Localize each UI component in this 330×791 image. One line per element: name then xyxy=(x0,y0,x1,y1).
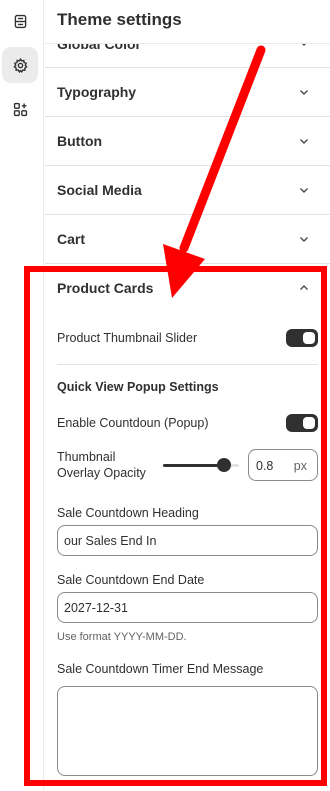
thumbnail-slider-label: Product Thumbnail Slider xyxy=(57,331,198,345)
enable-countdown-label: Enable Countdoun (Popup) xyxy=(57,416,209,430)
chevron-down-icon xyxy=(300,139,308,144)
chevron-down-icon xyxy=(300,188,308,193)
section-typography[interactable]: Typography xyxy=(45,68,330,117)
countdown-end-date-label: Sale Countdown End Date xyxy=(57,573,205,587)
theme-settings-panel: Theme settings Global Color Typography B… xyxy=(45,0,330,791)
slider-thumb[interactable] xyxy=(216,458,231,472)
section-title: Product Cards xyxy=(57,280,154,296)
slider-fill xyxy=(163,464,224,467)
panel-title: Theme settings xyxy=(57,10,182,29)
section-title: Cart xyxy=(57,231,86,247)
chevron-down-icon xyxy=(300,90,308,95)
section-cart[interactable]: Cart xyxy=(45,215,330,264)
app-embeds-button[interactable] xyxy=(2,91,38,127)
layout-sections-icon xyxy=(14,14,26,28)
toggle-knob xyxy=(303,332,315,344)
overlay-opacity-label: Thumbnail Overlay Opacity xyxy=(57,449,146,481)
enable-countdown-toggle[interactable] xyxy=(286,414,318,432)
theme-settings-button[interactable] xyxy=(2,47,38,83)
settings-gear-icon xyxy=(12,57,28,73)
overlay-opacity-unit: px xyxy=(293,459,307,473)
timer-end-message-textarea[interactable] xyxy=(57,686,318,776)
toggle-knob xyxy=(303,417,315,429)
section-social-media[interactable]: Social Media xyxy=(45,166,330,215)
countdown-end-date-input[interactable]: 2027-12-31 xyxy=(57,592,318,623)
icon-rail xyxy=(0,0,44,791)
overlay-opacity-value: 0.8 xyxy=(256,459,274,473)
section-title: Typography xyxy=(57,84,137,100)
countdown-heading-label: Sale Countdown Heading xyxy=(57,506,199,520)
panel-header: Theme settings xyxy=(45,0,330,44)
thumbnail-slider-toggle[interactable] xyxy=(286,329,318,347)
overlay-opacity-slider[interactable] xyxy=(163,457,239,473)
section-title: Button xyxy=(57,133,103,149)
end-date-help-text: Use format YYYY-MM-DD. xyxy=(57,631,187,643)
overlay-opacity-label-line1: Thumbnail xyxy=(57,450,116,464)
section-button[interactable]: Button xyxy=(45,117,330,166)
section-title: Social Media xyxy=(57,182,142,198)
section-product-cards: Product Cards Product Thumbnail Slider Q… xyxy=(45,264,330,791)
product-cards-header[interactable]: Product Cards xyxy=(45,264,330,312)
apps-add-icon xyxy=(13,102,27,116)
timer-end-message-label: Sale Countdown Timer End Message xyxy=(57,662,264,676)
quick-view-settings-title: Quick View Popup Settings xyxy=(57,380,219,394)
chevron-up-icon xyxy=(300,285,308,290)
chevron-down-icon xyxy=(300,237,308,242)
divider xyxy=(57,364,318,365)
overlay-opacity-label-line2: Overlay Opacity xyxy=(57,466,146,480)
sections-button[interactable] xyxy=(2,3,38,39)
countdown-heading-input[interactable]: our Sales End In xyxy=(57,525,318,556)
overlay-opacity-input[interactable]: 0.8 px xyxy=(248,449,318,481)
